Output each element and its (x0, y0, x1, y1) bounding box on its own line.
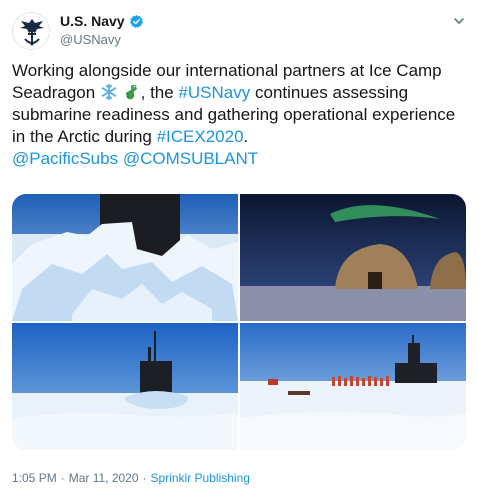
photo-submarine-ice[interactable] (12, 194, 238, 321)
tweet-meta: 1:05 PM · Mar 11, 2020 · Sprinklr Publis… (12, 471, 250, 485)
media-grid (12, 194, 466, 450)
snowflake-emoji-icon (101, 83, 117, 101)
separator: · (60, 471, 65, 485)
photo-submarine-surfaced[interactable] (12, 323, 238, 450)
navy-logo-icon (13, 13, 49, 49)
tweet-text-part: . (243, 127, 249, 146)
photo-tents-aurora[interactable] (240, 194, 466, 321)
separator: · (142, 471, 147, 485)
photo-crew-submarine[interactable] (240, 323, 466, 450)
hashtag-icex2020[interactable]: #ICEX2020 (157, 127, 244, 146)
tweet-source-link[interactable]: Sprinklr Publishing (151, 471, 250, 485)
tweet-text-part: , the (140, 83, 179, 102)
mention-comsublant[interactable]: @COMSUBLANT (123, 149, 258, 168)
tweet-time[interactable]: 1:05 PM (12, 471, 57, 485)
tweet-text: Working alongside our international part… (12, 60, 472, 170)
verified-badge-icon (129, 14, 143, 28)
chevron-down-icon[interactable] (452, 14, 466, 28)
name-row: U.S. Navy (60, 13, 144, 29)
avatar[interactable] (12, 12, 50, 50)
dragon-emoji-icon (125, 84, 137, 100)
display-name[interactable]: U.S. Navy (60, 13, 125, 29)
handle[interactable]: @USNavy (60, 32, 121, 47)
tweet-card: U.S. Navy @USNavy Working alongside our … (0, 0, 478, 498)
hashtag-usnavy[interactable]: #USNavy (178, 83, 250, 102)
mention-pacificsubs[interactable]: @PacificSubs (12, 149, 118, 168)
tweet-date[interactable]: Mar 11, 2020 (69, 471, 139, 485)
